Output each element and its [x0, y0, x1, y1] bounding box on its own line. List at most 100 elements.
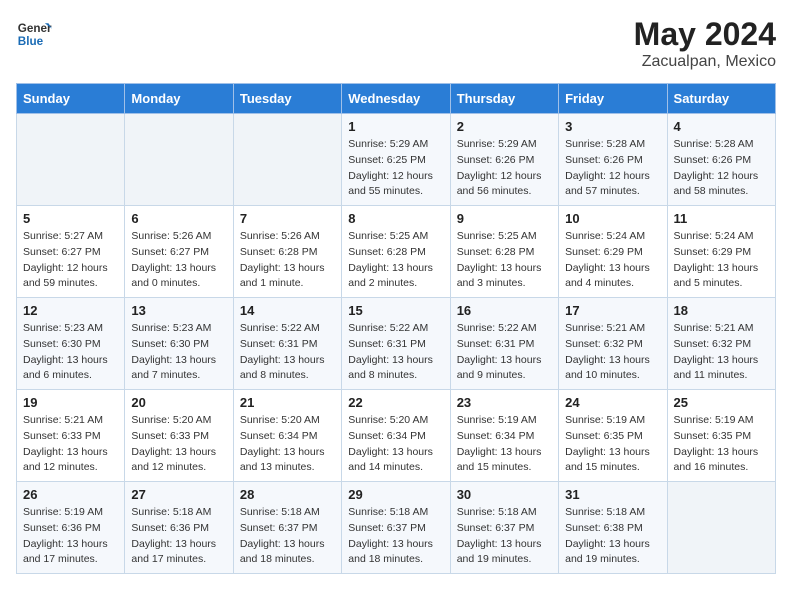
page-header: General Blue May 2024 Zacualpan, Mexico	[16, 16, 776, 71]
header-friday: Friday	[559, 84, 667, 114]
calendar-cell: 14Sunrise: 5:22 AM Sunset: 6:31 PM Dayli…	[233, 298, 341, 390]
calendar-cell: 22 Sunrise: 5:20 AM Sunset: 6:34 PM Dayli…	[342, 390, 450, 482]
day-number: 2	[457, 119, 552, 134]
day-number: 21	[240, 395, 335, 410]
day-info: Sunrise: 5:19 AM Sunset: 6:35 PM Dayligh…	[565, 413, 660, 476]
day-info: Sunrise: 5:19 AM Sunset: 6:35 PM Dayligh…	[674, 413, 769, 476]
calendar-cell: 3 Sunrise: 5:28 AM Sunset: 6:26 PM Daylig…	[559, 114, 667, 206]
header-thursday: Thursday	[450, 84, 558, 114]
day-number: 22	[348, 395, 443, 410]
day-number: 25	[674, 395, 769, 410]
day-info: Sunrise: 5:19 AM Sunset: 6:36 PM Dayligh…	[23, 505, 118, 568]
day-number: 13	[131, 303, 226, 318]
day-number: 28	[240, 487, 335, 502]
calendar-cell: 9 Sunrise: 5:25 AM Sunset: 6:28 PM Daylig…	[450, 206, 558, 298]
calendar-cell: 5Sunrise: 5:27 AM Sunset: 6:27 PM Daylig…	[17, 206, 125, 298]
calendar-cell: 19Sunrise: 5:21 AM Sunset: 6:33 PM Dayli…	[17, 390, 125, 482]
calendar-cell: 1 Sunrise: 5:29 AM Sunset: 6:25 PM Daylig…	[342, 114, 450, 206]
day-info: Sunrise: 5:28 AM Sunset: 6:26 PM Dayligh…	[565, 137, 660, 200]
day-number: 31	[565, 487, 660, 502]
header-saturday: Saturday	[667, 84, 775, 114]
day-info: Sunrise: 5:26 AM Sunset: 6:27 PM Dayligh…	[131, 229, 226, 292]
day-number: 4	[674, 119, 769, 134]
day-info: Sunrise: 5:29 AM Sunset: 6:25 PM Dayligh…	[348, 137, 443, 200]
day-info: Sunrise: 5:24 AM Sunset: 6:29 PM Dayligh…	[674, 229, 769, 292]
day-info: Sunrise: 5:23 AM Sunset: 6:30 PM Dayligh…	[131, 321, 226, 384]
svg-text:Blue: Blue	[18, 35, 44, 48]
logo-icon: General Blue	[16, 16, 52, 52]
day-number: 9	[457, 211, 552, 226]
day-number: 27	[131, 487, 226, 502]
day-number: 7	[240, 211, 335, 226]
calendar-cell: 20 Sunrise: 5:20 AM Sunset: 6:33 PM Dayli…	[125, 390, 233, 482]
day-info: Sunrise: 5:18 AM Sunset: 6:37 PM Dayligh…	[457, 505, 552, 568]
calendar-cell	[125, 114, 233, 206]
day-info: Sunrise: 5:20 AM Sunset: 6:33 PM Dayligh…	[131, 413, 226, 476]
day-number: 3	[565, 119, 660, 134]
calendar-cell: 23Sunrise: 5:19 AM Sunset: 6:34 PM Dayli…	[450, 390, 558, 482]
day-number: 30	[457, 487, 552, 502]
calendar-cell: 6 Sunrise: 5:26 AM Sunset: 6:27 PM Daylig…	[125, 206, 233, 298]
header-monday: Monday	[125, 84, 233, 114]
month-year-title: May 2024	[634, 16, 776, 53]
title-block: May 2024 Zacualpan, Mexico	[634, 16, 776, 71]
calendar-cell: 12 Sunrise: 5:23 AM Sunset: 6:30 PM Dayli…	[17, 298, 125, 390]
calendar-cell: 17Sunrise: 5:21 AM Sunset: 6:32 PM Dayli…	[559, 298, 667, 390]
location-subtitle: Zacualpan, Mexico	[634, 53, 776, 71]
weekday-header-row: SundayMondayTuesdayWednesdayThursdayFrid…	[17, 84, 776, 114]
header-wednesday: Wednesday	[342, 84, 450, 114]
day-number: 20	[131, 395, 226, 410]
calendar-cell: 8 Sunrise: 5:25 AM Sunset: 6:28 PM Daylig…	[342, 206, 450, 298]
calendar-cell	[233, 114, 341, 206]
header-tuesday: Tuesday	[233, 84, 341, 114]
calendar-cell: 16 Sunrise: 5:22 AM Sunset: 6:31 PM Dayli…	[450, 298, 558, 390]
logo: General Blue	[16, 16, 52, 52]
day-number: 6	[131, 211, 226, 226]
calendar-cell: 26 Sunrise: 5:19 AM Sunset: 6:36 PM Dayli…	[17, 482, 125, 574]
calendar-cell: 21 Sunrise: 5:20 AM Sunset: 6:34 PM Dayli…	[233, 390, 341, 482]
day-number: 14	[240, 303, 335, 318]
calendar-cell: 18 Sunrise: 5:21 AM Sunset: 6:32 PM Dayli…	[667, 298, 775, 390]
day-info: Sunrise: 5:22 AM Sunset: 6:31 PM Dayligh…	[457, 321, 552, 384]
day-info: Sunrise: 5:24 AM Sunset: 6:29 PM Dayligh…	[565, 229, 660, 292]
day-info: Sunrise: 5:20 AM Sunset: 6:34 PM Dayligh…	[240, 413, 335, 476]
day-info: Sunrise: 5:20 AM Sunset: 6:34 PM Dayligh…	[348, 413, 443, 476]
calendar-cell: 30 Sunrise: 5:18 AM Sunset: 6:37 PM Dayli…	[450, 482, 558, 574]
day-number: 12	[23, 303, 118, 318]
day-number: 23	[457, 395, 552, 410]
day-info: Sunrise: 5:28 AM Sunset: 6:26 PM Dayligh…	[674, 137, 769, 200]
calendar-cell: 7 Sunrise: 5:26 AM Sunset: 6:28 PM Daylig…	[233, 206, 341, 298]
day-info: Sunrise: 5:25 AM Sunset: 6:28 PM Dayligh…	[348, 229, 443, 292]
day-info: Sunrise: 5:18 AM Sunset: 6:37 PM Dayligh…	[348, 505, 443, 568]
calendar-cell: 25 Sunrise: 5:19 AM Sunset: 6:35 PM Dayli…	[667, 390, 775, 482]
week-row-3: 12 Sunrise: 5:23 AM Sunset: 6:30 PM Dayli…	[17, 298, 776, 390]
day-number: 26	[23, 487, 118, 502]
calendar-cell: 11 Sunrise: 5:24 AM Sunset: 6:29 PM Dayli…	[667, 206, 775, 298]
day-info: Sunrise: 5:18 AM Sunset: 6:37 PM Dayligh…	[240, 505, 335, 568]
day-info: Sunrise: 5:18 AM Sunset: 6:38 PM Dayligh…	[565, 505, 660, 568]
day-number: 1	[348, 119, 443, 134]
day-number: 8	[348, 211, 443, 226]
day-number: 16	[457, 303, 552, 318]
day-number: 11	[674, 211, 769, 226]
day-number: 10	[565, 211, 660, 226]
day-info: Sunrise: 5:21 AM Sunset: 6:32 PM Dayligh…	[565, 321, 660, 384]
day-info: Sunrise: 5:21 AM Sunset: 6:32 PM Dayligh…	[674, 321, 769, 384]
calendar-cell	[17, 114, 125, 206]
day-number: 18	[674, 303, 769, 318]
day-info: Sunrise: 5:26 AM Sunset: 6:28 PM Dayligh…	[240, 229, 335, 292]
calendar-cell: 24 Sunrise: 5:19 AM Sunset: 6:35 PM Dayli…	[559, 390, 667, 482]
calendar-cell: 28 Sunrise: 5:18 AM Sunset: 6:37 PM Dayli…	[233, 482, 341, 574]
week-row-1: 1 Sunrise: 5:29 AM Sunset: 6:25 PM Daylig…	[17, 114, 776, 206]
calendar-cell: 13 Sunrise: 5:23 AM Sunset: 6:30 PM Dayli…	[125, 298, 233, 390]
day-number: 24	[565, 395, 660, 410]
day-info: Sunrise: 5:22 AM Sunset: 6:31 PM Dayligh…	[348, 321, 443, 384]
calendar-cell	[667, 482, 775, 574]
day-number: 15	[348, 303, 443, 318]
day-info: Sunrise: 5:29 AM Sunset: 6:26 PM Dayligh…	[457, 137, 552, 200]
day-info: Sunrise: 5:21 AM Sunset: 6:33 PM Dayligh…	[23, 413, 118, 476]
day-info: Sunrise: 5:27 AM Sunset: 6:27 PM Dayligh…	[23, 229, 118, 292]
day-info: Sunrise: 5:25 AM Sunset: 6:28 PM Dayligh…	[457, 229, 552, 292]
day-info: Sunrise: 5:23 AM Sunset: 6:30 PM Dayligh…	[23, 321, 118, 384]
day-number: 29	[348, 487, 443, 502]
